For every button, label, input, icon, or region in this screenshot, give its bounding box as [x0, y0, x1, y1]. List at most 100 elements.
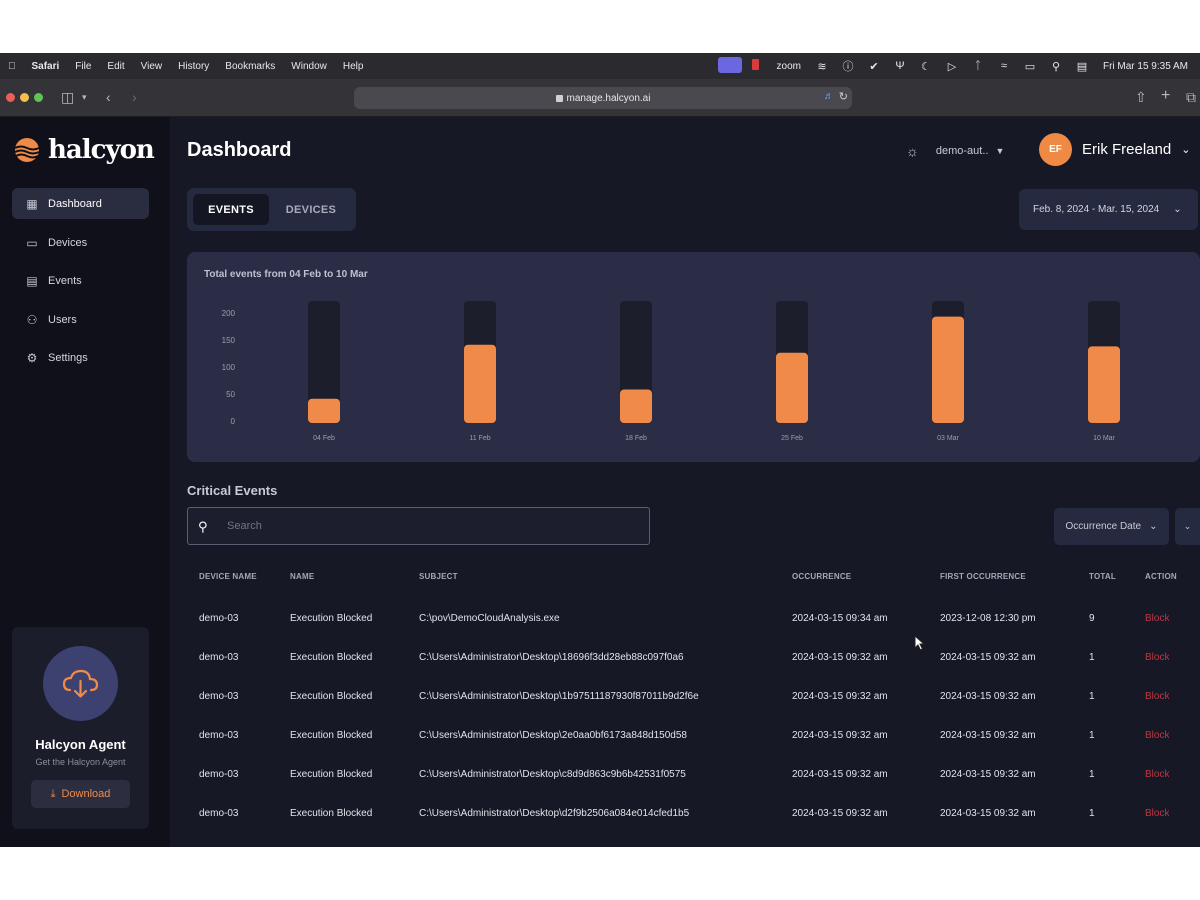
address-bar[interactable]: manage.halcyon.ai ♬ ↻ — [354, 87, 852, 109]
search-field[interactable]: ⚲ — [187, 507, 650, 545]
nav-settings[interactable]: ⚙ Settings — [12, 342, 149, 373]
table-row[interactable]: demo-03 Execution Blocked C:\pov\DemoCloud… — [187, 613, 1200, 629]
sun-icon[interactable]: ☼ — [906, 143, 919, 159]
search-icon: ⚲ — [198, 519, 208, 534]
calendar-icon: ▤ — [26, 273, 38, 288]
screen:  Safari File Edit View History Bookmark… — [0, 53, 1200, 847]
close-window-icon[interactable] — [6, 93, 15, 102]
search-input[interactable] — [227, 520, 627, 532]
forward-icon[interactable]: › — [132, 89, 137, 105]
col-first-occurrence[interactable]: FIRST OCCURRENCE — [940, 572, 1026, 581]
cell-occurrence: 2024-03-15 09:32 am — [792, 769, 888, 780]
cell-occurrence: 2024-03-15 09:32 am — [792, 691, 888, 702]
minimize-window-icon[interactable] — [20, 93, 29, 102]
zoom-label[interactable]: zoom — [769, 61, 809, 72]
nav-users[interactable]: ⚇ Users — [12, 304, 149, 335]
share-icon[interactable]: ⇧ — [1135, 89, 1147, 106]
block-action-link[interactable]: Block — [1145, 691, 1169, 702]
bar[interactable] — [932, 316, 964, 423]
bar[interactable] — [620, 389, 652, 423]
nav-events[interactable]: ▤ Events — [12, 265, 149, 296]
table-row[interactable]: demo-03 Execution Blocked C:\Users\Adminis… — [187, 769, 1200, 785]
sidebar-toggle-icon[interactable]: ◫ — [61, 89, 74, 106]
speaker-icon[interactable]: ♬ — [824, 91, 834, 102]
agent-badge — [43, 646, 118, 721]
signal-icon[interactable]: ≋ — [809, 60, 835, 73]
menu-view[interactable]: View — [133, 61, 171, 72]
control-center-icon[interactable]: ▤ — [1069, 60, 1095, 73]
menu-file[interactable]: File — [67, 61, 99, 72]
brand-logo[interactable]: halcyon — [14, 135, 155, 165]
bar[interactable] — [1088, 346, 1120, 423]
record-icon[interactable] — [743, 59, 769, 73]
bluetooth-icon[interactable]: ᛏ — [965, 60, 991, 72]
sort-label: Occurrence Date — [1065, 521, 1142, 532]
y-tick-label: 100 — [222, 363, 236, 372]
nav-devices[interactable]: ▭ Devices — [12, 227, 149, 258]
cell-first-occurrence: 2024-03-15 09:32 am — [940, 691, 1036, 702]
chevron-down-icon[interactable]: ▾ — [82, 92, 87, 103]
cell-subject: C:\pov\DemoCloudAnalysis.exe — [419, 613, 560, 624]
chevron-down-icon: ⌄ — [1183, 521, 1192, 531]
col-action[interactable]: ACTION — [1145, 572, 1177, 581]
org-switcher[interactable]: ☼ demo-aut.. ▼ — [906, 143, 1004, 159]
menu-bookmarks[interactable]: Bookmarks — [217, 61, 283, 72]
y-tick-label: 50 — [226, 390, 235, 399]
col-occurrence[interactable]: OCCURRENCE — [792, 572, 851, 581]
caret-down-icon: ▼ — [995, 146, 1005, 156]
brand-name: halcyon — [48, 135, 155, 165]
table-row[interactable]: demo-03 Execution Blocked C:\Users\Adminis… — [187, 808, 1200, 824]
nav-label: Events — [48, 274, 82, 287]
shield-check-icon[interactable]: ✔ — [861, 60, 887, 73]
moon-icon[interactable]: ☾ — [913, 60, 939, 73]
block-action-link[interactable]: Block — [1145, 808, 1169, 819]
page-title: Dashboard — [187, 139, 292, 161]
cell-device-name: demo-03 — [199, 730, 239, 741]
airdrop-icon[interactable]: Ψ — [887, 60, 913, 72]
menu-help[interactable]: Help — [335, 61, 372, 72]
table-row[interactable]: demo-03 Execution Blocked C:\Users\Adminis… — [187, 652, 1200, 668]
date-range-picker[interactable]: Feb. 8, 2024 - Mar. 15, 2024 ⌄ — [1019, 189, 1198, 230]
back-icon[interactable]: ‹ — [106, 89, 111, 105]
screen-share-icon[interactable] — [717, 56, 743, 76]
wifi-icon[interactable]: ≈ — [991, 60, 1017, 72]
col-subject[interactable]: SUBJECT — [419, 572, 706, 581]
bar[interactable] — [464, 344, 496, 423]
apple-icon[interactable]:  — [0, 61, 24, 72]
block-action-link[interactable]: Block — [1145, 652, 1169, 663]
bar[interactable] — [776, 352, 808, 423]
sort-direction-button[interactable]: ⌄ — [1175, 508, 1200, 545]
play-circle-icon[interactable]: ▷ — [939, 60, 965, 73]
block-action-link[interactable]: Block — [1145, 730, 1169, 741]
table-header: DEVICE NAME NAME SUBJECT OCCURRENCE FIRS… — [187, 572, 1200, 588]
menu-safari[interactable]: Safari — [24, 61, 68, 72]
user-menu[interactable]: EF Erik Freeland ⌄ — [1039, 133, 1190, 166]
block-action-link[interactable]: Block — [1145, 613, 1169, 624]
menubar-clock[interactable]: Fri Mar 15 9:35 AM — [1095, 61, 1196, 72]
table-row[interactable]: demo-03 Execution Blocked C:\Users\Adminis… — [187, 730, 1200, 746]
menu-edit[interactable]: Edit — [99, 61, 132, 72]
bar[interactable] — [308, 398, 340, 423]
x-tick-label: 04 Feb — [313, 435, 335, 442]
spotlight-search-icon[interactable]: ⚲ — [1043, 60, 1069, 73]
download-button[interactable]: ⤓ Download — [31, 780, 130, 808]
col-device-name[interactable]: DEVICE NAME — [199, 572, 257, 581]
battery-icon[interactable]: ▭ — [1017, 60, 1043, 73]
menu-window[interactable]: Window — [283, 61, 335, 72]
sort-select[interactable]: Occurrence Date ⌄ — [1054, 508, 1169, 545]
table-row[interactable]: demo-03 Execution Blocked C:\Users\Adminis… — [187, 691, 1200, 707]
nav-dashboard[interactable]: ▦ Dashboard — [12, 188, 149, 219]
col-name[interactable]: NAME — [290, 572, 314, 581]
maximize-window-icon[interactable] — [34, 93, 43, 102]
menu-history[interactable]: History — [170, 61, 217, 72]
col-total[interactable]: TOTAL — [1089, 572, 1116, 581]
cell-total: 1 — [1089, 691, 1095, 702]
reload-icon[interactable]: ↻ — [839, 90, 848, 103]
block-action-link[interactable]: Block — [1145, 769, 1169, 780]
tab-events[interactable]: EVENTS — [193, 194, 269, 225]
new-tab-icon[interactable]: + — [1161, 87, 1170, 105]
agent-card: Halcyon Agent Get the Halcyon Agent ⤓ Do… — [12, 627, 149, 829]
info-icon[interactable]: ⓘ — [835, 58, 861, 74]
tab-overview-icon[interactable]: ⧉ — [1186, 89, 1196, 106]
tab-devices[interactable]: DEVICES — [272, 194, 350, 225]
